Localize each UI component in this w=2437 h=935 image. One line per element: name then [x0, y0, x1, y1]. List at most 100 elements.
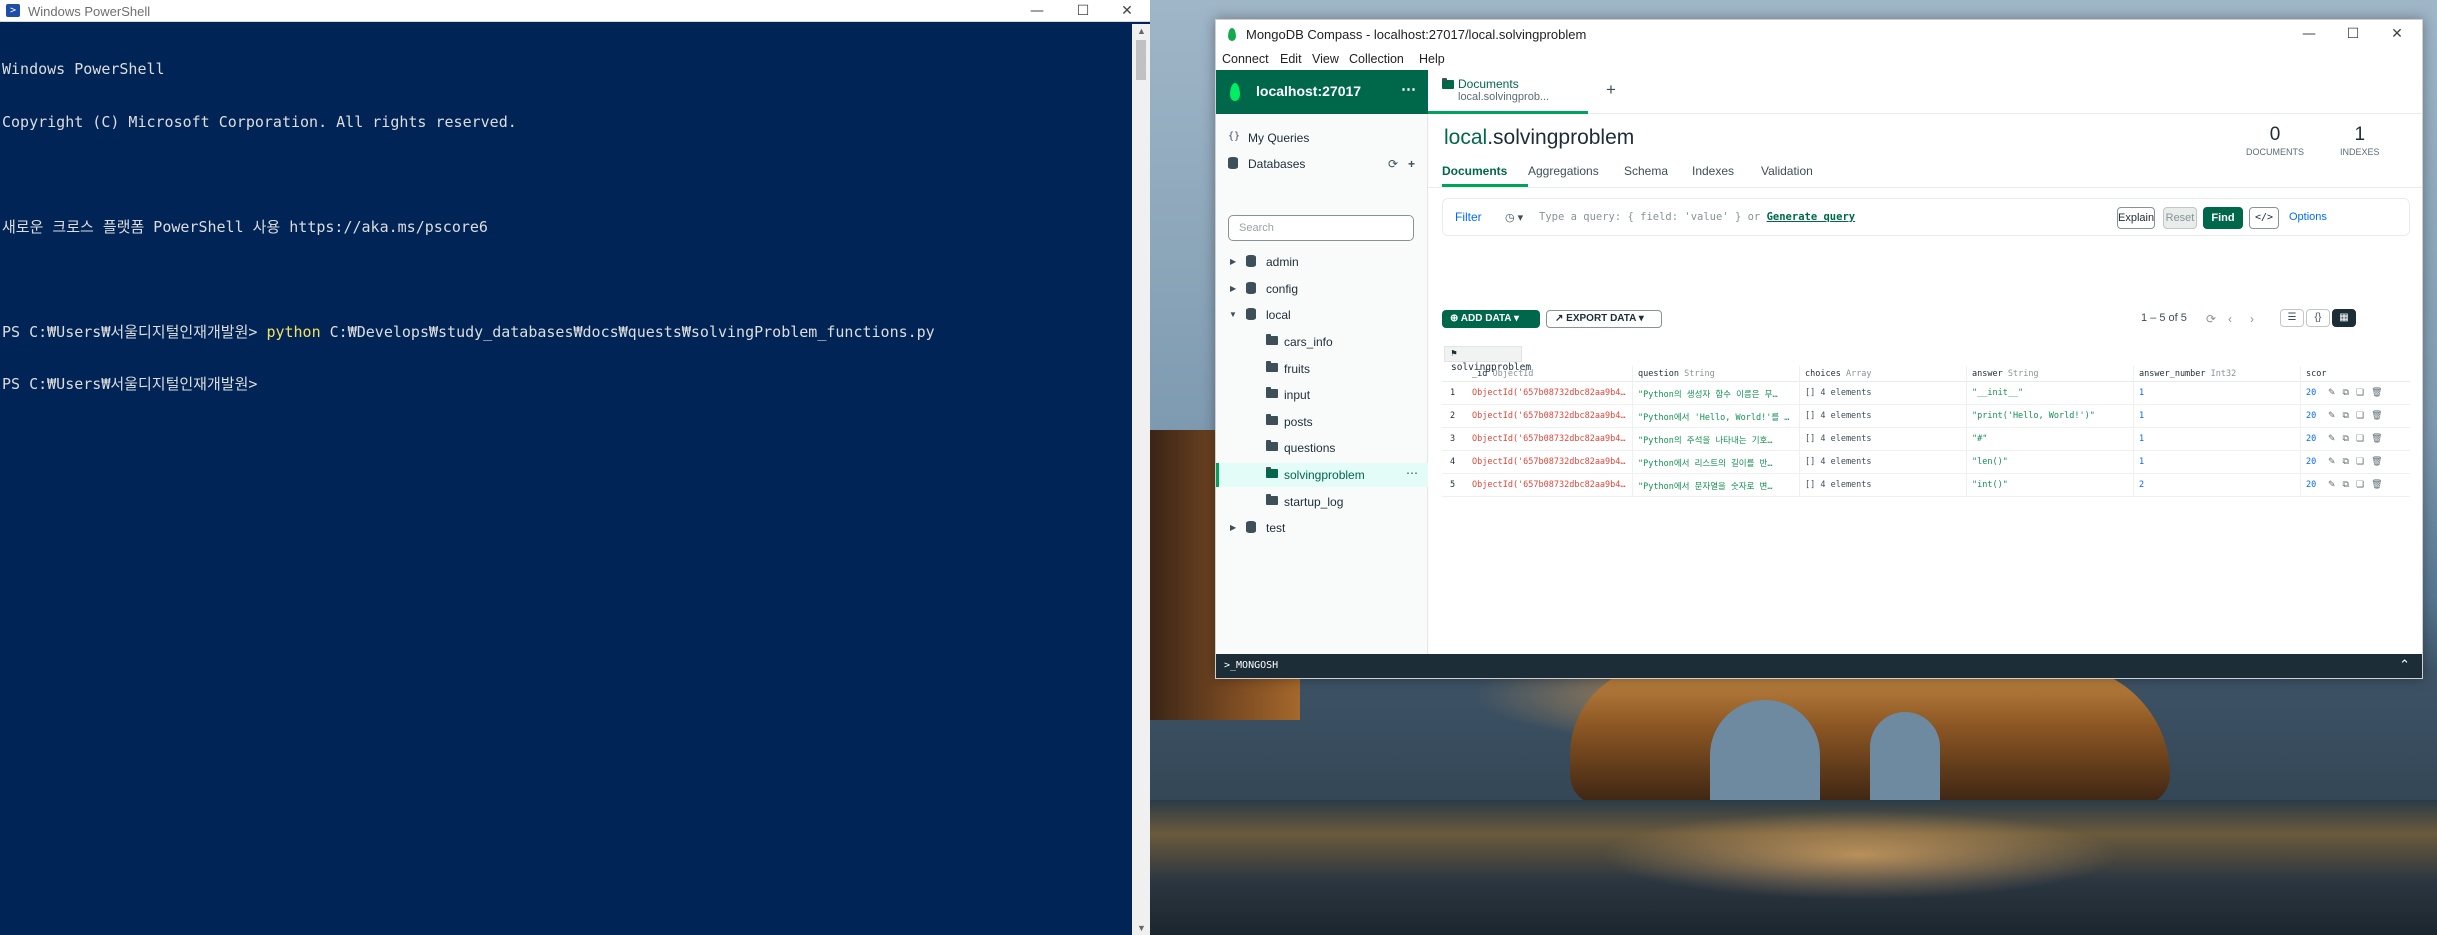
cell-choices[interactable]: [] 4 elements: [1805, 457, 1872, 467]
scroll-down-icon[interactable]: ▼: [1137, 923, 1146, 933]
tab-documents[interactable]: Documents local.solvingprob...: [1428, 70, 1588, 114]
caret-down-icon[interactable]: ▼: [1229, 310, 1237, 319]
cell-choices[interactable]: [] 4 elements: [1805, 480, 1872, 490]
cell-score[interactable]: 20: [2306, 411, 2316, 421]
caret-right-icon[interactable]: ▶: [1230, 523, 1236, 532]
close-button[interactable]: ✕: [2374, 23, 2420, 45]
list-view-button[interactable]: ☰: [2280, 309, 2304, 327]
edit-icon[interactable]: ✎: [2328, 410, 2343, 420]
cell-question[interactable]: "Python에서 리스트의 길이를 반…: [1638, 457, 1794, 469]
sidebar-item-collection[interactable]: questions: [1216, 436, 1428, 460]
clone-icon[interactable]: ❏: [2356, 410, 2371, 420]
chevron-up-icon[interactable]: ⌃: [2399, 657, 2410, 673]
table-row[interactable]: 2 ObjectId('657b08732dbc82aa9b4… "Python…: [1442, 405, 2410, 428]
table-row[interactable]: 3 ObjectId('657b08732dbc82aa9b4… "Python…: [1442, 428, 2410, 451]
cell-score[interactable]: 20: [2306, 480, 2316, 490]
cell-id[interactable]: ObjectId('657b08732dbc82aa9b4…: [1472, 480, 1628, 490]
trash-icon[interactable]: 🗑: [2371, 410, 2389, 420]
table-row[interactable]: 5 ObjectId('657b08732dbc82aa9b4… "Python…: [1442, 474, 2410, 497]
copy-icon[interactable]: ⧉: [2343, 410, 2356, 420]
cell-id[interactable]: ObjectId('657b08732dbc82aa9b4…: [1472, 434, 1628, 444]
scroll-thumb[interactable]: [1136, 40, 1146, 80]
compass-titlebar[interactable]: MongoDB Compass - localhost:27017/local.…: [1216, 20, 2422, 48]
cell-score[interactable]: 20: [2306, 457, 2316, 467]
history-clock-icon[interactable]: ◷ ▾: [1505, 211, 1523, 224]
menu-view[interactable]: View: [1312, 52, 1339, 66]
mongosh-panel-toggle[interactable]: >_MONGOSH ⌃: [1216, 654, 2422, 678]
caret-right-icon[interactable]: ▶: [1230, 284, 1236, 293]
cell-id[interactable]: ObjectId('657b08732dbc82aa9b4…: [1472, 411, 1628, 421]
table-row[interactable]: 1 ObjectId('657b08732dbc82aa9b4… "Python…: [1442, 382, 2410, 405]
trash-icon[interactable]: 🗑: [2371, 456, 2389, 466]
explain-button[interactable]: Explain: [2117, 207, 2155, 229]
cell-answer-number[interactable]: 1: [2139, 457, 2144, 467]
query-bar[interactable]: Filter ◷ ▾ Type a query: { field: 'value…: [1442, 198, 2410, 236]
generate-query-link[interactable]: Generate query: [1767, 211, 1856, 223]
cell-answer[interactable]: "__init__": [1972, 388, 2023, 398]
copy-icon[interactable]: ⧉: [2343, 456, 2356, 466]
cell-question[interactable]: "Python의 생성자 함수 이름은 무…: [1638, 388, 1794, 400]
trash-icon[interactable]: 🗑: [2371, 479, 2389, 489]
cell-answer[interactable]: "print('Hello, World!')": [1972, 411, 2095, 421]
cell-score[interactable]: 20: [2306, 434, 2316, 444]
cell-choices[interactable]: [] 4 elements: [1805, 434, 1872, 444]
cell-answer-number[interactable]: 1: [2139, 434, 2144, 444]
subtab-aggregations[interactable]: Aggregations: [1528, 164, 1599, 178]
column-header-id[interactable]: _id ObjectId: [1472, 369, 1533, 379]
connection-header[interactable]: localhost:27017 ⋯: [1216, 70, 1428, 114]
copy-icon[interactable]: ⧉: [2343, 433, 2356, 443]
cell-answer-number[interactable]: 1: [2139, 388, 2144, 398]
row-actions[interactable]: ✎⧉❏🗑: [2328, 479, 2390, 490]
clone-icon[interactable]: ❏: [2356, 387, 2371, 397]
menu-help[interactable]: Help: [1419, 52, 1445, 66]
minimize-button[interactable]: —: [1014, 0, 1060, 22]
cell-answer-number[interactable]: 2: [2139, 480, 2144, 490]
compass-window[interactable]: MongoDB Compass - localhost:27017/local.…: [1215, 19, 2423, 679]
cell-answer-number[interactable]: 1: [2139, 411, 2144, 421]
sidebar-item-collection-active[interactable]: solvingproblem ⋯: [1216, 463, 1428, 487]
find-button[interactable]: Find: [2203, 207, 2243, 229]
sidebar-item-my-queries[interactable]: {} My Queries: [1216, 126, 1428, 150]
clone-icon[interactable]: ❏: [2356, 479, 2371, 489]
query-input[interactable]: Type a query: { field: 'value' } or Gene…: [1539, 211, 1855, 223]
sidebar-item-db-local[interactable]: ▼ local: [1216, 303, 1428, 327]
powershell-scrollbar[interactable]: ▲ ▼: [1132, 24, 1150, 935]
edit-icon[interactable]: ✎: [2328, 387, 2343, 397]
more-options-icon[interactable]: ⋯: [1401, 80, 1416, 98]
menu-connect[interactable]: Connect: [1222, 52, 1269, 66]
cell-answer[interactable]: "int()": [1972, 480, 2008, 490]
sidebar-item-collection[interactable]: input: [1216, 383, 1428, 407]
cell-choices[interactable]: [] 4 elements: [1805, 411, 1872, 421]
subtab-documents[interactable]: Documents: [1442, 164, 1507, 178]
sidebar-item-collection[interactable]: startup_log: [1216, 490, 1428, 514]
code-view-button[interactable]: </>: [2249, 207, 2279, 229]
reset-button[interactable]: Reset: [2163, 207, 2197, 229]
cell-question[interactable]: "Python의 주석을 나타내는 기호…: [1638, 434, 1794, 446]
add-tab-icon[interactable]: +: [1606, 80, 1616, 100]
cell-question[interactable]: "Python에서 'Hello, World!'를 …: [1638, 411, 1794, 423]
json-view-button[interactable]: {}: [2306, 309, 2330, 327]
sidebar-item-databases[interactable]: Databases ⟳ +: [1216, 152, 1428, 176]
refresh-icon[interactable]: ⟳: [2206, 312, 2216, 326]
edit-icon[interactable]: ✎: [2328, 456, 2343, 466]
column-header-choices[interactable]: choices Array: [1805, 369, 1872, 379]
menu-collection[interactable]: Collection: [1349, 52, 1404, 66]
filter-label[interactable]: Filter: [1455, 210, 1482, 224]
copy-icon[interactable]: ⧉: [2343, 479, 2356, 489]
sidebar-item-db-test[interactable]: ▶ test: [1216, 516, 1428, 540]
plus-icon[interactable]: +: [1408, 157, 1415, 171]
minimize-button[interactable]: —: [2286, 23, 2332, 45]
cell-id[interactable]: ObjectId('657b08732dbc82aa9b4…: [1472, 388, 1628, 398]
trash-icon[interactable]: 🗑: [2371, 433, 2389, 443]
trash-icon[interactable]: 🗑: [2371, 387, 2389, 397]
chevron-right-icon[interactable]: ›: [2250, 312, 2254, 326]
subtab-schema[interactable]: Schema: [1624, 164, 1668, 178]
column-header-answer[interactable]: answer String: [1972, 369, 2039, 379]
powershell-titlebar[interactable]: > Windows PowerShell — ☐ ✕: [0, 0, 1150, 22]
sidebar-item-collection[interactable]: posts: [1216, 410, 1428, 434]
row-actions[interactable]: ✎⧉❏🗑: [2328, 387, 2390, 398]
sidebar-item-db-config[interactable]: ▶ config: [1216, 277, 1428, 301]
close-button[interactable]: ✕: [1104, 0, 1150, 22]
scroll-up-icon[interactable]: ▲: [1137, 26, 1146, 36]
export-data-button[interactable]: ↗ EXPORT DATA ▾: [1546, 310, 1662, 328]
